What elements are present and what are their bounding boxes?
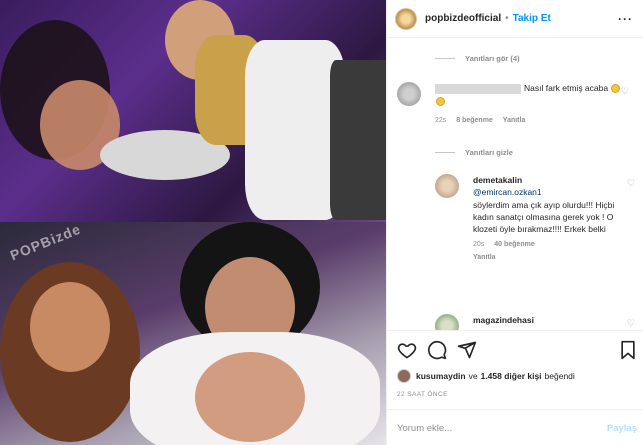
comment-username[interactable]: demetakalin xyxy=(473,174,623,186)
reply-button[interactable]: Yanıtla xyxy=(503,117,526,124)
comment-text: Nasıl fark etmiş acaba xyxy=(524,83,609,93)
bookmark-icon[interactable] xyxy=(619,340,637,360)
hide-replies-toggle[interactable]: Yanıtları gizle xyxy=(435,148,513,157)
comment-likes[interactable]: 8 beğenme xyxy=(456,117,493,124)
view-replies-label: Yanıtları gör (4) xyxy=(465,54,520,63)
post-comment-button[interactable]: Paylaş xyxy=(607,423,637,434)
redacted-username xyxy=(435,83,521,94)
comment-avatar[interactable] xyxy=(397,82,421,106)
comment-avatar[interactable] xyxy=(435,174,459,198)
heart-icon[interactable]: ♡ xyxy=(621,86,629,97)
post-timestamp[interactable]: 22 SAAT ÖNCE xyxy=(397,391,448,398)
more-options-icon[interactable]: ··· xyxy=(618,12,633,26)
comment-avatar[interactable] xyxy=(435,314,459,330)
post-username[interactable]: popbizdeofficial xyxy=(425,13,501,24)
replies-bar xyxy=(435,58,455,59)
comment-form: Paylaş xyxy=(397,418,637,438)
heart-icon[interactable]: ♡ xyxy=(627,178,635,189)
comments-list[interactable]: Yanıtları gör (4) Nasıl fark etmiş acaba… xyxy=(387,38,643,330)
liker-username[interactable]: kusumaydin xyxy=(416,371,466,381)
separator-dot: • xyxy=(505,13,509,24)
avatar[interactable] xyxy=(395,7,417,30)
grimacing-emoji-icon xyxy=(611,84,621,94)
comment-input[interactable] xyxy=(397,422,587,434)
action-bar xyxy=(397,340,637,362)
comment-time: 20s xyxy=(473,240,485,248)
hide-replies-label: Yanıtları gizle xyxy=(465,148,513,157)
likes-connector: ve xyxy=(468,371,478,381)
photo-shoulders xyxy=(195,352,305,442)
comment-body: demetakalin @emircan.ozkan1 söylerdim am… xyxy=(473,174,623,263)
divider xyxy=(387,409,643,410)
grimacing-emoji-icon xyxy=(436,96,445,106)
comment-meta: 20s 40 beğenme xyxy=(473,240,623,250)
comment-body: Nasıl fark etmiş acaba 22s 8 beğenme Yan… xyxy=(435,82,625,126)
share-paper-plane-icon[interactable] xyxy=(457,340,477,360)
comment-body: magazindehasi xyxy=(473,314,623,326)
comment-time: 22s xyxy=(435,116,447,124)
comment-meta-reply: Yanıtla xyxy=(473,253,623,263)
photo-face-bottom-left xyxy=(30,282,110,372)
post-image-top xyxy=(0,0,386,222)
divider xyxy=(387,330,643,331)
like-heart-icon[interactable] xyxy=(397,340,417,360)
replies-bar xyxy=(435,152,455,153)
likes-summary: kusumaydin ve 1.458 diğer kişi beğendi xyxy=(397,369,575,383)
follow-button[interactable]: Takip Et xyxy=(513,13,551,24)
reply-button[interactable]: Yanıtla xyxy=(473,254,496,261)
comment-username[interactable]: magazindehasi xyxy=(473,314,623,326)
comment-text: söylerdim ama çık ayıp olurdu!!! Hiçbi k… xyxy=(473,199,615,235)
view-replies-toggle[interactable]: Yanıtları gör (4) xyxy=(435,54,520,63)
liker-avatar[interactable] xyxy=(397,369,411,383)
comment-mention[interactable]: @emircan.ozkan1 xyxy=(473,186,623,198)
post-image[interactable]: POPBizde xyxy=(0,0,386,445)
likes-suffix: beğendi xyxy=(544,371,575,381)
comment-meta: 22s 8 beğenme Yanıtla xyxy=(435,116,625,126)
heart-icon[interactable]: ♡ xyxy=(627,318,635,329)
post-side-panel: popbizdeofficial • Takip Et ··· Yanıtlar… xyxy=(386,0,643,445)
photo-chair xyxy=(330,60,386,220)
likes-others[interactable]: 1.458 diğer kişi xyxy=(481,371,542,381)
comment-likes[interactable]: 40 beğenme xyxy=(494,241,534,248)
post-header: popbizdeofficial • Takip Et ··· xyxy=(387,0,643,38)
post-image-bottom xyxy=(0,222,386,445)
comment-bubble-icon[interactable] xyxy=(427,340,447,360)
